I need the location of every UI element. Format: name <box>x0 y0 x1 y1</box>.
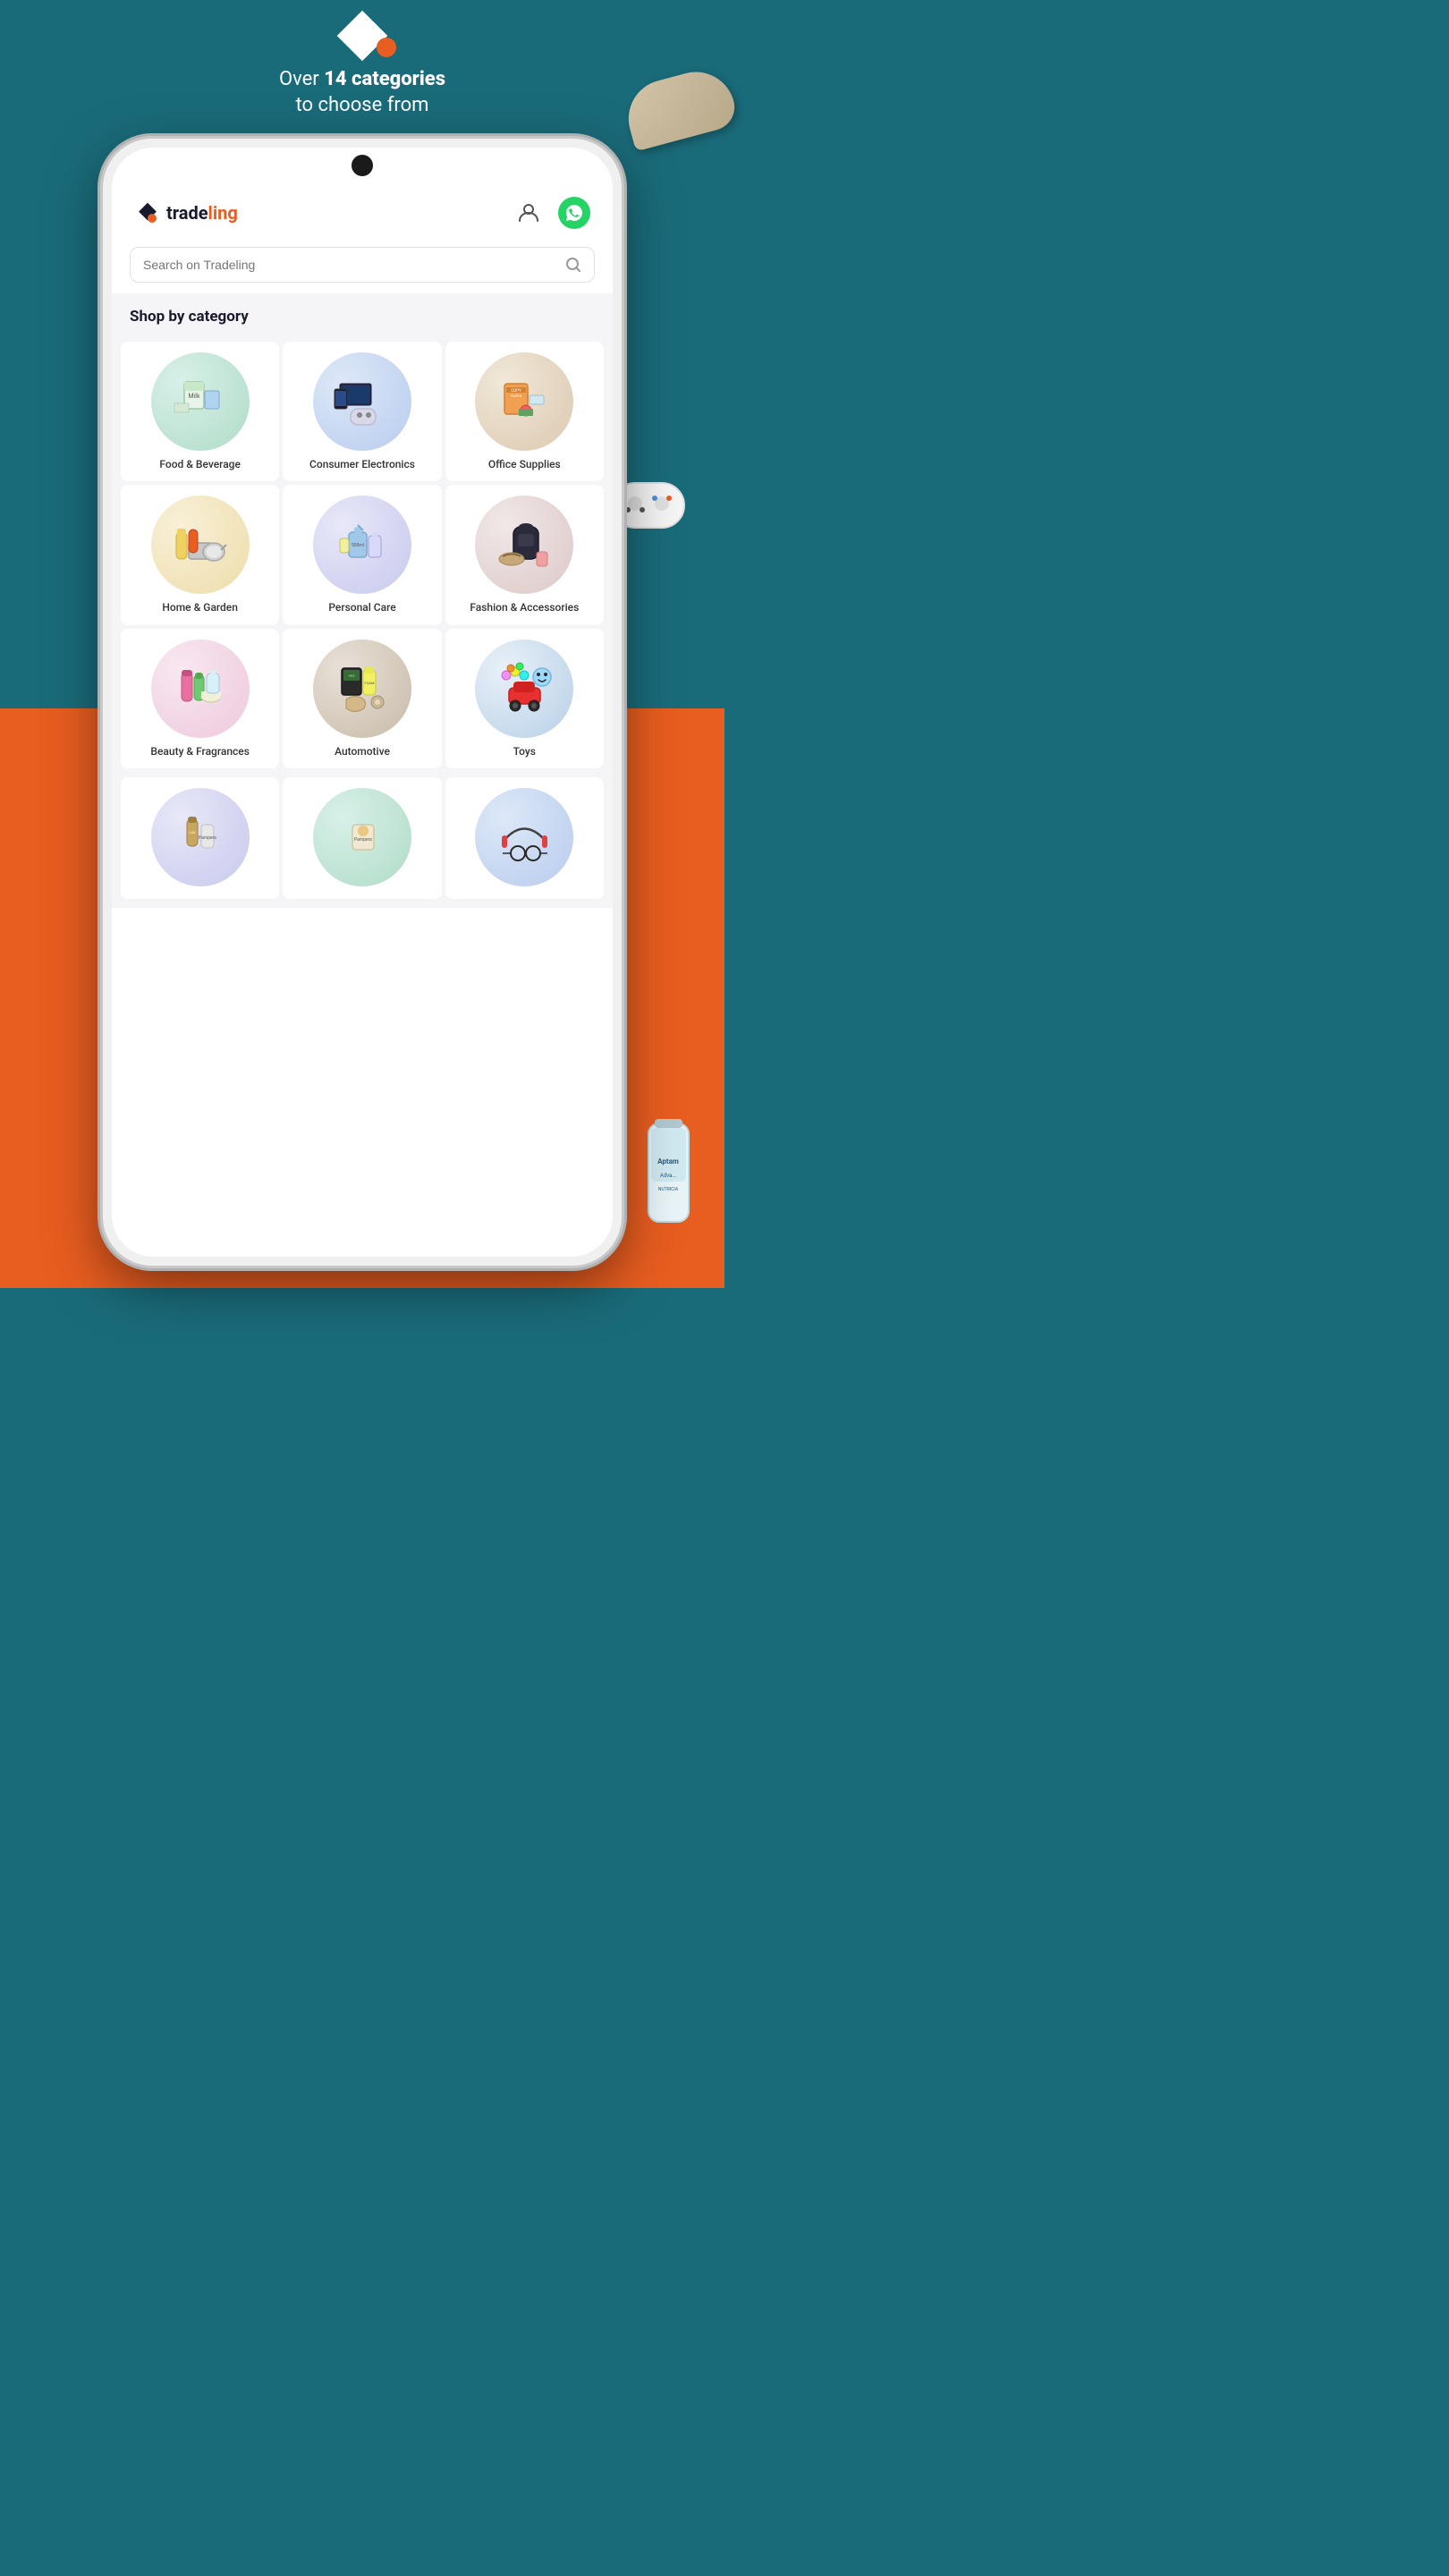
svg-text:Adva...: Adva... <box>660 1173 677 1179</box>
user-icon <box>517 201 540 225</box>
category-item-automotive[interactable]: 995 FOAM Automotive <box>283 629 441 768</box>
svg-text:NUTRICIA: NUTRICIA <box>658 1187 679 1192</box>
food-beverage-image: Milk <box>162 364 238 440</box>
bottom-partial-row: LUX Pampers Pampers <box>112 777 613 908</box>
whatsapp-icon <box>565 204 583 222</box>
search-icon <box>565 257 581 273</box>
whatsapp-button[interactable] <box>558 197 590 229</box>
partial-item-2-image: Pampers <box>324 800 400 876</box>
category-item-partial-2[interactable]: Pampers <box>283 777 441 899</box>
phone-frame: tradeling <box>103 139 622 1266</box>
category-circle-beauty <box>151 640 250 738</box>
app-logo: tradeling <box>134 199 238 226</box>
categories-title: Shop by category <box>130 308 595 326</box>
search-bar[interactable] <box>130 247 595 283</box>
category-circle-home <box>151 496 250 594</box>
category-label-food-beverage: Food & Beverage <box>159 458 241 470</box>
category-circle-office: COPY PAPER <box>475 352 573 451</box>
category-circle-toys <box>475 640 573 738</box>
category-circle-auto: 995 FOAM <box>313 640 411 738</box>
logo-text: tradeling <box>166 202 238 224</box>
header-icons <box>513 197 590 229</box>
partial-item-3-image <box>487 800 563 876</box>
svg-text:995: 995 <box>349 674 355 678</box>
camera-notch <box>352 155 373 176</box>
category-circle-electronics <box>313 352 411 451</box>
hero-line1: Over 14 categories <box>183 67 541 93</box>
category-label-automotive: Automotive <box>335 745 390 758</box>
app-content: tradeling <box>112 148 613 1257</box>
office-supplies-image: COPY PAPER <box>487 364 563 440</box>
svg-text:Milk: Milk <box>189 393 201 400</box>
svg-text:Pampers: Pampers <box>355 837 373 843</box>
svg-text:Aptam: Aptam <box>657 1157 679 1165</box>
logo-icon <box>134 199 161 226</box>
consumer-electronics-image <box>324 364 400 440</box>
categories-section-header: Shop by category <box>112 293 613 333</box>
category-circle-personal: 500ml <box>313 496 411 594</box>
category-item-home-garden[interactable]: Home & Garden <box>121 485 279 624</box>
hero-line2: to choose from <box>183 93 541 119</box>
category-label-toys: Toys <box>513 745 536 758</box>
svg-text:FOAM: FOAM <box>365 681 376 685</box>
category-circle-fashion <box>475 496 573 594</box>
shoe-shape <box>620 64 740 152</box>
partial-circle-3 <box>475 788 573 886</box>
deco-bottle-svg: Aptam Adva... NUTRICIA <box>635 1114 702 1231</box>
personal-care-image: 500ml <box>324 507 400 583</box>
automotive-image: 995 FOAM <box>324 650 400 726</box>
svg-text:500ml: 500ml <box>352 543 364 548</box>
svg-text:LUX: LUX <box>190 830 197 835</box>
category-label-fashion-accessories: Fashion & Accessories <box>470 601 579 614</box>
partial-circle-1: LUX Pampers <box>151 788 250 886</box>
home-garden-image <box>162 507 238 583</box>
category-item-toys[interactable]: Toys <box>445 629 604 768</box>
category-label-personal-care: Personal Care <box>328 601 395 614</box>
beauty-fragrances-image <box>162 650 238 726</box>
user-profile-button[interactable] <box>513 197 545 229</box>
category-circle-food: Milk <box>151 352 250 451</box>
category-item-beauty-fragrances[interactable]: Beauty & Fragrances <box>121 629 279 768</box>
hero-section: Over 14 categories to choose from <box>183 67 541 118</box>
partial-circle-2: Pampers <box>313 788 411 886</box>
category-item-food-beverage[interactable]: Milk Food & Beverage <box>121 342 279 481</box>
category-item-partial-3[interactable] <box>445 777 604 899</box>
category-item-fashion-accessories[interactable]: Fashion & Accessories <box>445 485 604 624</box>
category-item-consumer-electronics[interactable]: Consumer Electronics <box>283 342 441 481</box>
svg-text:Pampers: Pampers <box>199 835 216 841</box>
category-label-office-supplies: Office Supplies <box>488 458 561 470</box>
category-label-home-garden: Home & Garden <box>162 601 238 614</box>
fashion-accessories-image <box>487 507 563 583</box>
toys-image <box>487 650 563 726</box>
category-label-beauty-fragrances: Beauty & Fragrances <box>150 745 249 758</box>
phone-screen: tradeling <box>112 148 613 1257</box>
category-item-office-supplies[interactable]: COPY PAPER Office Supplies <box>445 342 604 481</box>
svg-text:PAPER: PAPER <box>511 394 522 398</box>
category-item-personal-care[interactable]: 500ml Personal Care <box>283 485 441 624</box>
deco-bottle-area: Aptam Adva... NUTRICIA <box>635 1114 702 1234</box>
category-label-consumer-electronics: Consumer Electronics <box>309 458 415 470</box>
partial-item-1-image: LUX Pampers <box>162 800 238 876</box>
category-grid: Milk Food & Beverage <box>112 333 613 777</box>
search-input[interactable] <box>143 258 558 272</box>
category-item-partial-1[interactable]: LUX Pampers <box>121 777 279 899</box>
deco-shoes <box>617 54 742 161</box>
